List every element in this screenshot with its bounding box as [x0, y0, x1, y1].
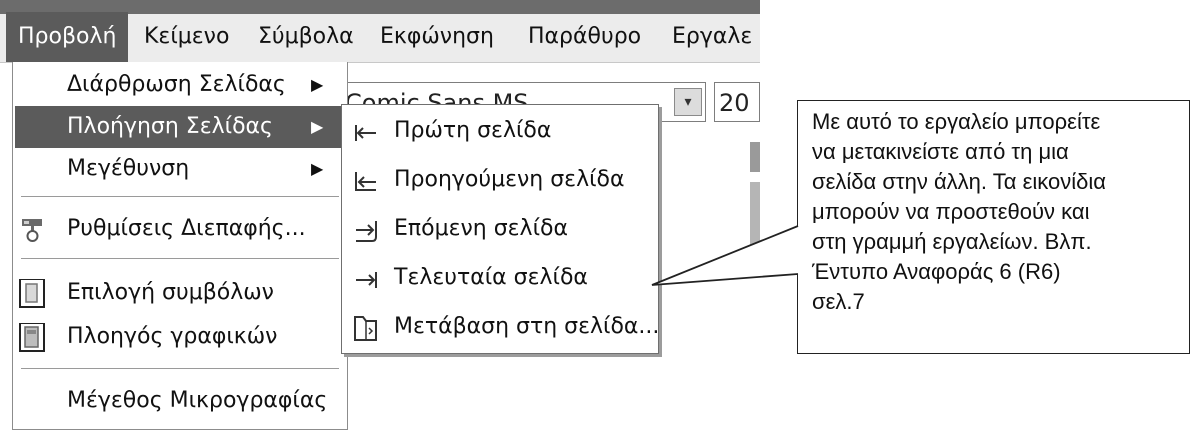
callout-line: μπορούν να προστεθούν και [812, 199, 1090, 224]
menu-item-page-navigation[interactable]: Πλοήγηση Σελίδας ▶ [15, 106, 343, 148]
menu-text[interactable]: Κείμενο [132, 12, 241, 62]
font-dropdown-button[interactable]: ▾ [674, 88, 702, 116]
menu-symbols[interactable]: Σύμβολα [246, 12, 366, 62]
submenu-item-next-page[interactable]: Επόμενη σελίδα [342, 205, 658, 253]
settings-stamp-icon [19, 215, 47, 243]
callout-line: στη γραμμή εργαλείων. Βλπ. [812, 229, 1092, 254]
menu-view[interactable]: Προβολή [6, 12, 129, 62]
goto-page-icon [352, 313, 380, 341]
menu-bar: Προβολή Κείμενο Σύμβολα Εκφώνηση Παράθυρ… [0, 0, 760, 63]
menu-item-page-layout[interactable]: Διάρθρωση Σελίδας ▶ [15, 64, 343, 106]
menu-item-label: Ρυθμίσεις Διεπαφής... [67, 216, 306, 241]
toolbar-edge [750, 142, 760, 172]
menu-item-interface-settings[interactable]: Ρυθμίσεις Διεπαφής... [15, 208, 343, 250]
submenu-item-label: Προηγούμενη σελίδα [394, 167, 625, 192]
submenu-item-label: Επόμενη σελίδα [394, 216, 568, 241]
callout-line: σελ.7 [812, 289, 865, 314]
next-page-icon [352, 215, 380, 243]
callout-box: Με αυτό το εργαλείο μπορείτε να μετακινε… [797, 100, 1190, 354]
submenu-arrow-icon: ▶ [311, 75, 324, 94]
menu-item-label: Πλοηγός γραφικών [67, 324, 278, 349]
submenu-item-last-page[interactable]: Τελευταία σελίδα [342, 254, 658, 302]
submenu-item-goto-page[interactable]: Μετάβαση στη σελίδα... [342, 303, 660, 351]
page-navigation-submenu: Πρώτη σελίδα Προηγούμενη σελίδα Επόμενη … [341, 104, 659, 354]
menu-window[interactable]: Παράθυρο [516, 12, 653, 62]
submenu-item-first-page[interactable]: Πρώτη σελίδα [342, 107, 658, 155]
callout-line: να μετακινείστε από τη μια [812, 139, 1069, 164]
menu-item-graphics-navigator[interactable]: Πλοηγός γραφικών [15, 316, 343, 358]
menu-separator [21, 196, 339, 197]
symbol-selection-icon [19, 278, 47, 308]
font-size-field[interactable]: 20 [714, 82, 760, 122]
menu-separator [21, 258, 339, 259]
menu-item-symbol-selection[interactable]: Επιλογή συμβόλων [15, 272, 343, 314]
submenu-item-previous-page[interactable]: Προηγούμενη σελίδα [342, 156, 658, 204]
first-page-icon [352, 117, 380, 145]
menu-item-label: Επιλογή συμβόλων [67, 280, 274, 305]
menu-separator [21, 368, 339, 369]
view-menu: Διάρθρωση Σελίδας ▶ Πλοήγηση Σελίδας ▶ Μ… [12, 62, 348, 430]
submenu-arrow-icon: ▶ [311, 117, 324, 136]
menu-tools[interactable]: Εργαλε [660, 12, 764, 62]
callout-line: σελίδα στην άλλη. Τα εικονίδια [812, 169, 1107, 194]
submenu-item-label: Μετάβαση στη σελίδα... [394, 314, 660, 339]
submenu-arrow-icon: ▶ [311, 159, 324, 178]
menu-speech[interactable]: Εκφώνηση [368, 12, 506, 62]
menu-item-label: Μέγεθος Μικρογραφίας [67, 388, 328, 413]
toolbar-edge [750, 182, 760, 252]
submenu-item-label: Τελευταία σελίδα [394, 265, 588, 290]
menu-item-label: Πλοήγηση Σελίδας [67, 114, 273, 139]
last-page-icon [352, 264, 380, 292]
menu-item-label: Διάρθρωση Σελίδας [67, 72, 286, 97]
callout-line: Έντυπο Αναφοράς 6 (R6) [812, 259, 1061, 284]
menu-item-label: Μεγέθυνση [67, 156, 190, 181]
menu-item-zoom[interactable]: Μεγέθυνση ▶ [15, 148, 343, 190]
submenu-item-label: Πρώτη σελίδα [394, 118, 552, 143]
previous-page-icon [352, 166, 380, 194]
graphics-navigator-icon [19, 322, 47, 352]
callout-line: Με αυτό το εργαλείο μπορείτε [812, 109, 1101, 134]
menu-item-thumbnail-size[interactable]: Μέγεθος Μικρογραφίας [15, 380, 343, 422]
